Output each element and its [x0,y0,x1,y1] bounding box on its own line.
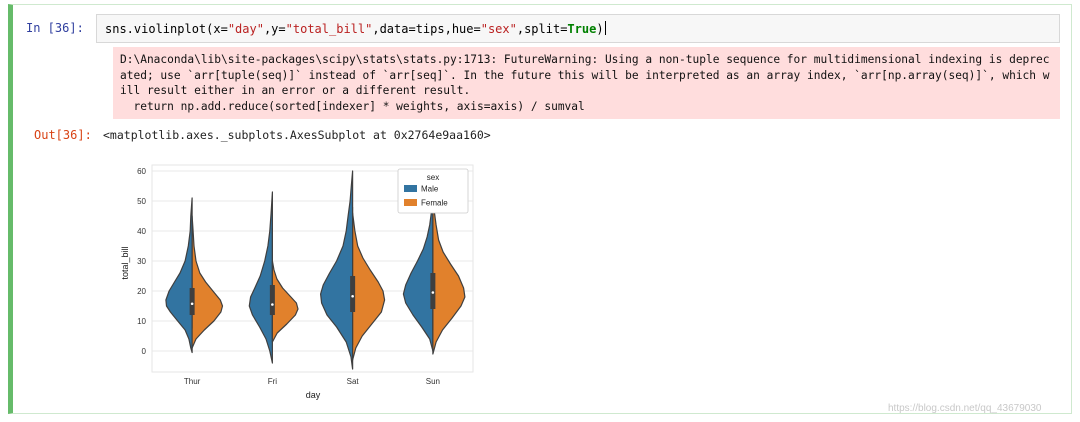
legend-title: sex [427,173,439,182]
legend-label-female: Female [421,199,448,208]
quartile-box [189,288,195,315]
violin-plot: 0 10 20 30 40 50 60 Thur Fri Sat Sun day total_bi… [120,164,474,400]
output-repr-text: <matplotlib.axes._subplots.AxesSubplot a… [103,128,491,142]
legend-swatch-female [404,199,417,206]
y-tick-label: 60 [137,167,146,176]
quartile-box [430,273,436,309]
code-token: ) [596,22,604,36]
output-prompt: Out[36]: [34,128,92,142]
x-tick-labels: Thur Fri Sat Sun [184,377,440,386]
code-token: ,y= [263,22,286,36]
code-editor[interactable]: sns.violinplot(x="day",y="total_bill",da… [96,14,1060,43]
y-tick-labels: 0 10 20 30 40 50 60 [137,167,146,356]
code-token: ,split= [516,22,568,36]
x-tick-label: Thur [184,377,201,386]
quartile-box [350,276,356,312]
x-tick-label: Fri [268,377,278,386]
legend-swatch-male [404,185,417,192]
code-token: ,data=tips,hue= [372,22,481,36]
x-tick-label: Sun [426,377,440,386]
quartile-box [269,285,275,315]
median-point [271,303,274,306]
legend: sex Male Female [397,168,469,214]
y-axis-label: total_bill [120,246,130,279]
median-point [190,302,194,306]
input-prompt: In [36]: [26,21,84,35]
x-tick-label: Sat [347,377,360,386]
y-tick-label: 0 [142,347,147,356]
y-tick-label: 10 [137,317,146,326]
code-string-token: "sex" [480,22,517,36]
stderr-output: D:\Anaconda\lib\site-packages\scipy\stat… [113,47,1060,119]
median-point [431,291,435,294]
y-tick-label: 30 [137,257,146,266]
x-axis-label: day [306,390,321,400]
code-string-token: "day" [227,22,264,36]
y-tick-label: 20 [137,287,146,296]
watermark: https://blog.csdn.net/qq_43679030 [888,403,1042,414]
code-string-token: "total_bill" [285,22,373,36]
text-cursor [604,21,606,35]
y-tick-label: 40 [137,227,146,236]
median-point [351,294,354,298]
code-token: sns.violinplot(x= [105,22,228,36]
code-keyword-token: True [567,22,597,36]
legend-label-male: Male [421,185,439,194]
y-tick-label: 50 [137,197,146,206]
